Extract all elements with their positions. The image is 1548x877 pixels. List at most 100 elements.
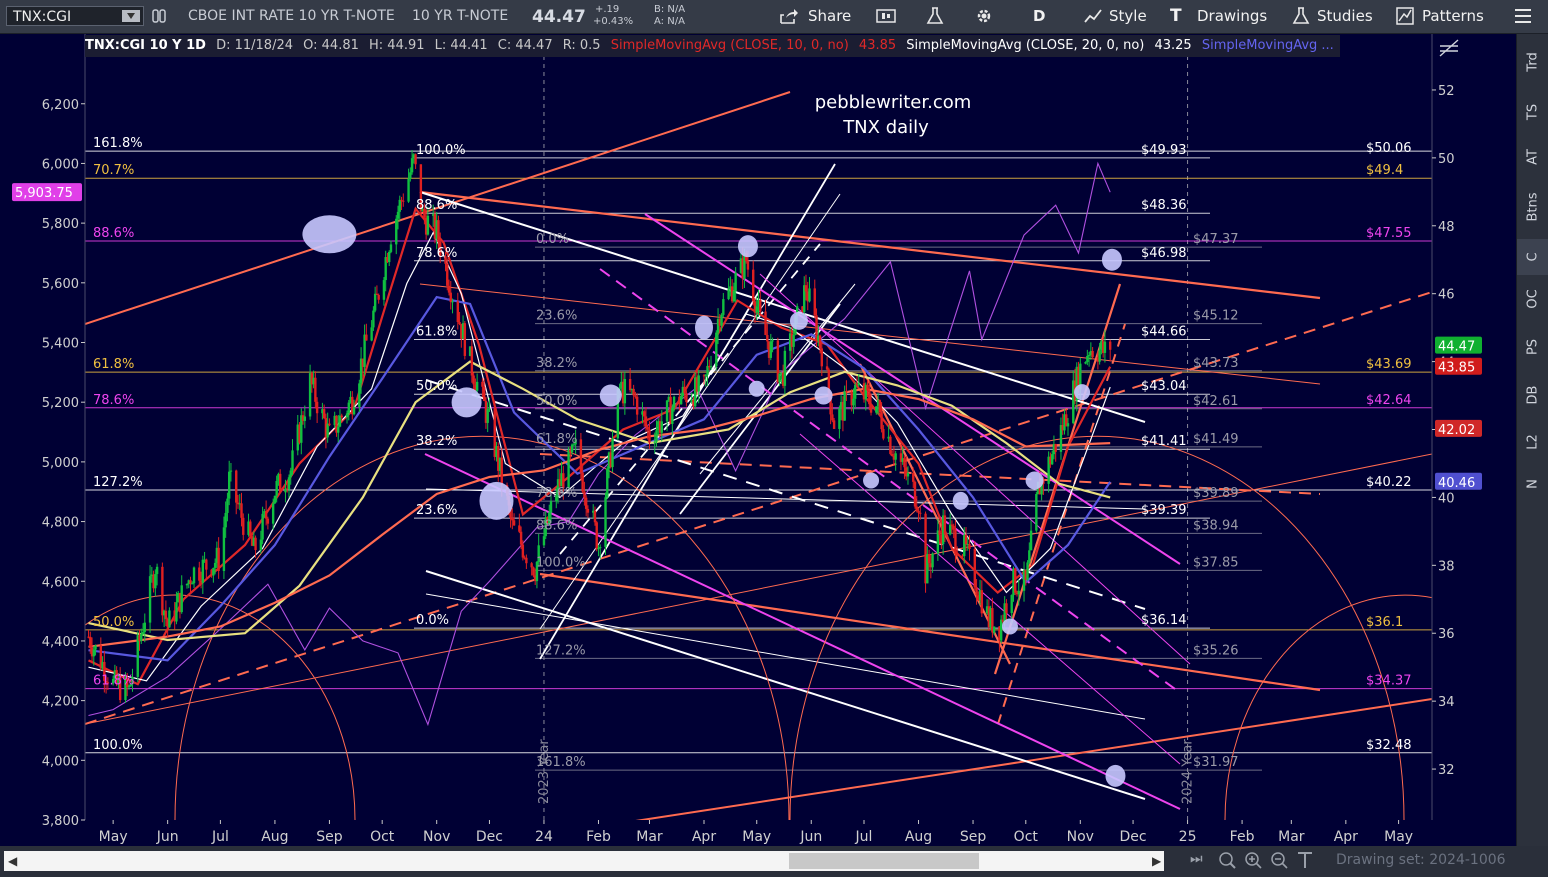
candle-body bbox=[1087, 355, 1091, 357]
sma-more-label[interactable]: SimpleMovingAvg ... bbox=[1202, 38, 1334, 53]
patterns-button[interactable]: Patterns bbox=[1422, 7, 1484, 25]
price-chart[interactable]: 2023 Year 2024 Year 161.8% 70.7% 88.6% 61.8% 7… bbox=[0, 34, 1516, 846]
candle-body bbox=[1026, 562, 1029, 580]
candle-body bbox=[224, 512, 227, 528]
candle-body bbox=[709, 366, 713, 368]
period-selector[interactable]: D bbox=[1033, 7, 1045, 25]
x-tick-label: 24 bbox=[535, 829, 553, 845]
candle-body bbox=[759, 299, 762, 312]
fib-mid-percent: 50.0% bbox=[416, 379, 457, 394]
studies-button[interactable]: Studies bbox=[1317, 7, 1373, 25]
skip-end-icon[interactable]: ⏭ bbox=[1190, 851, 1203, 867]
drawings-button[interactable]: Drawings bbox=[1197, 7, 1267, 25]
sma10-label[interactable]: SimpleMovingAvg (CLOSE, 10, 0, no) bbox=[611, 38, 849, 53]
scroll-right-icon[interactable]: ▶ bbox=[1152, 854, 1161, 868]
panel-tab-l2[interactable]: L2 bbox=[1517, 424, 1548, 460]
share-icon[interactable] bbox=[779, 8, 799, 25]
panel-tab-n[interactable]: N bbox=[1517, 466, 1548, 502]
panel-tab-db[interactable]: DB bbox=[1517, 377, 1548, 413]
fib-left-percent: 61.8% bbox=[93, 674, 134, 689]
style-button[interactable]: Style bbox=[1109, 7, 1147, 25]
chart-settings-icon[interactable] bbox=[876, 8, 896, 24]
drawing-set-label[interactable]: Drawing set: 2024-1006 bbox=[1336, 852, 1506, 868]
panel-tab-label: OC bbox=[1525, 289, 1541, 309]
style-icon[interactable] bbox=[1084, 8, 1102, 24]
candle-body bbox=[952, 525, 955, 530]
text-icon[interactable] bbox=[1298, 852, 1312, 868]
gear-icon[interactable] bbox=[975, 7, 993, 25]
menu-icon[interactable] bbox=[1514, 9, 1532, 23]
candle-body bbox=[141, 632, 145, 634]
candle-body bbox=[755, 306, 758, 313]
candle-body bbox=[303, 416, 307, 421]
candle-body bbox=[249, 521, 252, 537]
candle-body bbox=[992, 626, 996, 633]
zoom-fit-icon[interactable] bbox=[1219, 852, 1236, 869]
panel-tab-oc[interactable]: OC bbox=[1517, 281, 1548, 317]
scrollbar-thumb[interactable] bbox=[789, 853, 979, 869]
candle-body bbox=[458, 322, 461, 325]
flask-icon[interactable] bbox=[926, 7, 944, 25]
ask-value: A: N/A bbox=[654, 16, 685, 27]
candle-body bbox=[820, 348, 824, 367]
price-tag-label: 42.02 bbox=[1438, 423, 1475, 438]
candle-body bbox=[579, 439, 583, 473]
panel-tab-ts[interactable]: TS bbox=[1517, 94, 1548, 130]
candle-body bbox=[521, 544, 525, 558]
candle-body bbox=[136, 635, 139, 677]
scroll-left-icon[interactable]: ◀ bbox=[8, 854, 17, 868]
candle-body bbox=[463, 323, 467, 356]
candle-body bbox=[586, 508, 590, 513]
panel-tab-at[interactable]: AT bbox=[1517, 139, 1548, 175]
candle-body bbox=[648, 429, 651, 443]
candle-body bbox=[375, 293, 379, 295]
time-scrollbar[interactable]: ◀ ▶ bbox=[4, 851, 1164, 871]
panel-tab-c[interactable]: C bbox=[1517, 239, 1548, 275]
x-tick-label: May bbox=[99, 829, 128, 845]
candle-body bbox=[1066, 423, 1070, 427]
candle-body bbox=[488, 408, 491, 410]
candle-body bbox=[155, 566, 159, 575]
candle-body bbox=[878, 400, 882, 413]
trend-line bbox=[425, 593, 1146, 720]
panel-tab-trd[interactable]: Trd bbox=[1517, 44, 1548, 80]
candle-body bbox=[611, 438, 614, 468]
expand-chart-icon[interactable] bbox=[1438, 38, 1462, 58]
y-left-tick-label: 3,800 bbox=[42, 814, 79, 829]
share-button[interactable]: Share bbox=[808, 7, 851, 25]
candle-body bbox=[642, 411, 646, 417]
symbol-selector[interactable]: TNX:CGI bbox=[6, 6, 144, 26]
candle-body bbox=[340, 415, 343, 418]
link-icon[interactable] bbox=[152, 9, 166, 23]
zoom-out-icon[interactable] bbox=[1271, 852, 1288, 869]
sma20-label[interactable]: SimpleMovingAvg (CLOSE, 20, 0, no) bbox=[906, 38, 1144, 53]
chevron-down-icon[interactable] bbox=[122, 10, 140, 22]
last-price: 44.47 bbox=[532, 7, 586, 27]
studies-icon[interactable] bbox=[1292, 7, 1310, 25]
candle-body bbox=[943, 515, 947, 535]
candle-body bbox=[470, 346, 474, 376]
fib-mid-percent: 61.8% bbox=[416, 325, 457, 340]
highlight-circle bbox=[789, 311, 808, 330]
candle-body bbox=[778, 373, 781, 383]
candle-body bbox=[968, 543, 971, 549]
candle-body bbox=[451, 301, 454, 303]
candle-body bbox=[322, 409, 326, 419]
candle-body bbox=[382, 280, 386, 300]
candle-body bbox=[964, 534, 968, 545]
y-left-tick-label: 6,000 bbox=[42, 157, 79, 172]
fib-right-price: $42.64 bbox=[1366, 393, 1412, 408]
chart-info-bar: TNX:CGI 10 Y 1D D: 11/18/24 O: 44.81 H: … bbox=[85, 35, 1340, 57]
x-tick-label: Oct bbox=[370, 829, 395, 845]
candle-body bbox=[1108, 341, 1112, 350]
candle-body bbox=[328, 423, 331, 426]
highlight-circle bbox=[479, 481, 514, 520]
fib-mid-percent: 88.6% bbox=[416, 198, 457, 213]
panel-tab-btns[interactable]: Btns bbox=[1517, 189, 1548, 225]
bar-high: H: 44.91 bbox=[369, 38, 425, 53]
panel-tab-ps[interactable]: PS bbox=[1517, 329, 1548, 365]
zoom-in-icon[interactable] bbox=[1245, 852, 1262, 869]
text-tool-icon[interactable]: T bbox=[1170, 6, 1182, 26]
left-price-tag-label: 5,903.75 bbox=[15, 186, 73, 201]
patterns-icon[interactable] bbox=[1396, 7, 1414, 25]
